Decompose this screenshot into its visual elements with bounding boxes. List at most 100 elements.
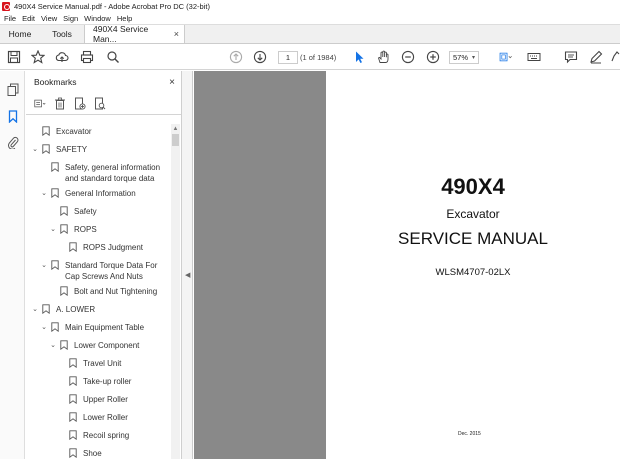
options-menu-icon[interactable] xyxy=(32,97,48,111)
bookmark-item[interactable]: Take-up roller xyxy=(69,376,131,387)
tab-bar: Home Tools 490X4 Service Man... × xyxy=(0,24,620,44)
zoom-select[interactable]: 57% ▾ xyxy=(449,51,479,64)
delete-bookmark-icon[interactable] xyxy=(52,97,68,111)
zoom-out-icon[interactable] xyxy=(401,50,415,64)
bookmarks-title: Bookmarks xyxy=(34,77,77,87)
bookmark-item[interactable]: ⌄ General Information xyxy=(40,188,136,199)
find-bookmark-icon[interactable] xyxy=(92,97,108,111)
bookmark-item[interactable]: ⌄ Lower Component xyxy=(49,340,139,351)
next-page-icon[interactable] xyxy=(253,50,267,64)
menu-help[interactable]: Help xyxy=(117,14,132,23)
bookmark-label: SAFETY xyxy=(56,145,88,154)
bookmark-item[interactable]: Excavator xyxy=(42,126,92,137)
bookmark-item[interactable]: ⌄ Standard Torque Data For Cap Screws An… xyxy=(40,260,169,282)
bookmarks-header: Bookmarks × xyxy=(26,71,181,93)
bookmark-item[interactable]: Safety, general information and standard… xyxy=(51,162,169,184)
bookmark-item[interactable]: Shoe xyxy=(69,448,102,459)
scrollbar-thumb[interactable] xyxy=(172,134,179,146)
bookmark-icon xyxy=(69,412,77,422)
document-subtitle: Excavator xyxy=(446,207,500,221)
bookmark-star-icon[interactable] xyxy=(31,50,45,64)
collapse-panel-icon[interactable]: ◀ xyxy=(185,271,190,279)
pdf-page: 490X4 Excavator SERVICE MANUAL WLSM4707-… xyxy=(326,71,620,459)
hand-tool-icon[interactable] xyxy=(376,50,390,64)
close-icon[interactable]: × xyxy=(169,77,175,88)
bookmark-item[interactable]: ⌄ ROPS xyxy=(49,224,97,235)
bookmark-label: Upper Roller xyxy=(83,395,128,404)
bookmark-item[interactable]: ROPS Judgment xyxy=(69,242,143,253)
bookmark-icon xyxy=(60,340,68,350)
chevron-down-icon[interactable]: ⌄ xyxy=(40,188,48,198)
bookmark-label: Take-up roller xyxy=(83,377,132,386)
bookmark-label: Excavator xyxy=(56,127,92,136)
bookmark-item[interactable]: Bolt and Nut Tightening xyxy=(60,286,157,297)
panel-splitter[interactable]: ◀ xyxy=(182,71,193,459)
document-viewport[interactable]: 490X4 Excavator SERVICE MANUAL WLSM4707-… xyxy=(194,71,620,459)
bookmark-label: Standard Torque Data For Cap Screws And … xyxy=(65,261,158,281)
bookmark-icon xyxy=(51,162,59,172)
bookmark-icon xyxy=(60,206,68,216)
bookmark-label: Lower Component xyxy=(74,341,140,350)
sign-icon[interactable] xyxy=(611,50,620,64)
bookmarks-panel-icon[interactable] xyxy=(6,109,19,123)
menu-sign[interactable]: Sign xyxy=(63,14,78,23)
scroll-up-icon[interactable]: ▲ xyxy=(171,124,180,133)
bookmark-item[interactable]: ⌄ SAFETY xyxy=(31,144,87,155)
tab-tools[interactable]: Tools xyxy=(40,25,84,43)
bookmark-item[interactable]: Travel Unit xyxy=(69,358,121,369)
select-cursor-icon[interactable] xyxy=(352,50,366,64)
tab-document[interactable]: 490X4 Service Man... × xyxy=(84,24,185,44)
bookmark-item[interactable]: Safety xyxy=(60,206,97,217)
chevron-down-icon[interactable]: ⌄ xyxy=(40,322,48,332)
bookmark-icon xyxy=(69,376,77,386)
previous-page-icon[interactable] xyxy=(229,50,243,64)
chevron-down-icon[interactable]: ⌄ xyxy=(49,224,57,234)
chevron-down-icon: ▾ xyxy=(471,55,475,61)
bookmark-item[interactable]: Lower Roller xyxy=(69,412,128,423)
bookmark-label: Safety, general information and standard… xyxy=(65,163,161,183)
keyboard-icon[interactable] xyxy=(527,50,541,64)
menu-file[interactable]: File xyxy=(4,14,16,23)
document-date: Dec. 2015 xyxy=(458,431,481,437)
bookmark-label: Bolt and Nut Tightening xyxy=(74,287,158,296)
cloud-upload-icon[interactable] xyxy=(55,50,69,64)
bookmark-item[interactable]: ⌄ A. LOWER xyxy=(31,304,95,315)
document-title: 490X4 xyxy=(441,174,505,199)
fit-page-icon[interactable] xyxy=(496,50,516,64)
menu-view[interactable]: View xyxy=(41,14,57,23)
bookmark-icon xyxy=(69,242,77,252)
chevron-down-icon[interactable]: ⌄ xyxy=(49,340,57,350)
tab-home[interactable]: Home xyxy=(0,25,40,43)
bookmark-icon xyxy=(51,322,59,332)
bookmark-label: Shoe xyxy=(83,449,102,458)
bookmark-icon xyxy=(69,394,77,404)
bookmark-icon xyxy=(69,448,77,458)
tab-document-label: 490X4 Service Man... xyxy=(93,24,149,44)
title-bar: 490X4 Service Manual.pdf - Adobe Acrobat… xyxy=(0,0,620,12)
menu-window[interactable]: Window xyxy=(84,14,111,23)
tab-close-icon[interactable]: × xyxy=(174,29,179,39)
zoom-in-icon[interactable] xyxy=(426,50,440,64)
new-bookmark-icon[interactable] xyxy=(72,97,88,111)
menu-edit[interactable]: Edit xyxy=(22,14,35,23)
save-icon[interactable] xyxy=(7,50,21,64)
bookmark-label: Safety xyxy=(74,207,97,216)
bookmark-label: Recoil spring xyxy=(83,431,130,440)
bookmarks-scrollbar[interactable]: ▲ xyxy=(171,124,180,459)
attachments-icon[interactable] xyxy=(6,135,19,149)
bookmark-item[interactable]: ⌄ Main Equipment Table xyxy=(40,322,144,333)
print-icon[interactable] xyxy=(80,50,94,64)
page-count: (1 of 1984) xyxy=(300,53,337,62)
bookmark-item[interactable]: Recoil spring xyxy=(69,430,129,441)
chevron-down-icon[interactable]: ⌄ xyxy=(31,144,39,154)
pen-icon[interactable] xyxy=(589,50,603,64)
page-thumbnails-icon[interactable] xyxy=(6,82,19,96)
search-icon[interactable] xyxy=(106,50,120,64)
bookmark-icon xyxy=(51,188,59,198)
comment-icon[interactable] xyxy=(564,50,578,64)
chevron-down-icon[interactable]: ⌄ xyxy=(31,304,39,314)
bookmark-label: Lower Roller xyxy=(83,413,128,422)
chevron-down-icon[interactable]: ⌄ xyxy=(40,260,48,270)
page-number-input[interactable]: 1 xyxy=(278,51,298,64)
bookmark-item[interactable]: Upper Roller xyxy=(69,394,128,405)
